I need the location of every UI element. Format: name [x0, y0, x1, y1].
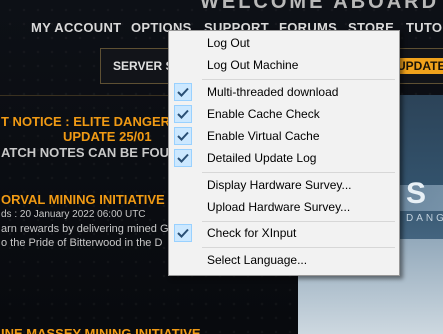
menu-item-enable-cache-check[interactable]: Enable Cache Check [171, 104, 395, 125]
notice-update-date: UPDATE 25/01 [63, 129, 152, 144]
page-title: WELCOME ABOARD [200, 0, 440, 13]
menu-separator [202, 79, 395, 80]
menu-item-label: Select Language... [207, 253, 308, 267]
menu-item-label: Log Out [207, 36, 250, 50]
menu-item-check-for-xinput[interactable]: Check for XInput [171, 223, 395, 244]
menu-item-log-out-machine[interactable]: Log Out Machine [171, 55, 395, 76]
menu-item-upload-hardware-survey[interactable]: Upload Hardware Survey... [171, 197, 395, 218]
article-date: ds : 20 January 2022 06:00 UTC [1, 209, 146, 220]
options-context-menu: Log Out Log Out Machine Multi-threaded d… [168, 30, 400, 276]
launcher-window: WELCOME ABOARD MY ACCOUNT OPTIONS SUPPOR… [0, 0, 443, 334]
article-title[interactable]: INE MASSEY MINING INITIATIVE [1, 326, 201, 334]
banner-logo-subtitle: DANG [406, 213, 443, 224]
checkmark-icon [174, 224, 192, 242]
server-status-label: SERVER S [113, 59, 174, 73]
notice-patch-notes: ATCH NOTES CAN BE FOUN [1, 145, 179, 160]
menu-item-label: Multi-threaded download [207, 85, 339, 99]
menu-item-multi-threaded-download[interactable]: Multi-threaded download [171, 82, 395, 103]
menu-separator [202, 221, 395, 222]
menu-item-log-out[interactable]: Log Out [171, 33, 395, 54]
menu-item-enable-virtual-cache[interactable]: Enable Virtual Cache [171, 126, 395, 147]
banner-logo-text: S [406, 177, 429, 210]
menu-separator [202, 247, 395, 248]
article-body-line: o the Pride of Bitterwood in the D [1, 237, 163, 249]
menu-item-select-language[interactable]: Select Language... [171, 250, 395, 271]
checkmark-icon [174, 83, 192, 101]
menu-item-label: Log Out Machine [207, 58, 299, 72]
checkmark-icon [174, 127, 192, 145]
menu-separator [202, 172, 395, 173]
menu-item-label: Enable Cache Check [207, 107, 320, 121]
menu-item-label: Display Hardware Survey... [207, 178, 352, 192]
article-body-line: arn rewards by delivering mined G [1, 223, 169, 235]
nav-my-account[interactable]: MY ACCOUNT [31, 20, 121, 35]
menu-item-display-hardware-survey[interactable]: Display Hardware Survey... [171, 175, 395, 196]
menu-item-label: Detailed Update Log [207, 151, 317, 165]
nav-tutorials[interactable]: TUTO [406, 20, 442, 35]
menu-item-label: Enable Virtual Cache [207, 129, 320, 143]
menu-item-label: Check for XInput [207, 226, 297, 240]
checkmark-icon [174, 105, 192, 123]
menu-item-label: Upload Hardware Survey... [207, 200, 351, 214]
menu-item-detailed-update-log[interactable]: Detailed Update Log [171, 148, 395, 169]
notice-headline[interactable]: T NOTICE : ELITE DANGER [1, 114, 170, 129]
checkmark-icon [174, 149, 192, 167]
article-title[interactable]: ORVAL MINING INITIATIVE [1, 192, 165, 207]
